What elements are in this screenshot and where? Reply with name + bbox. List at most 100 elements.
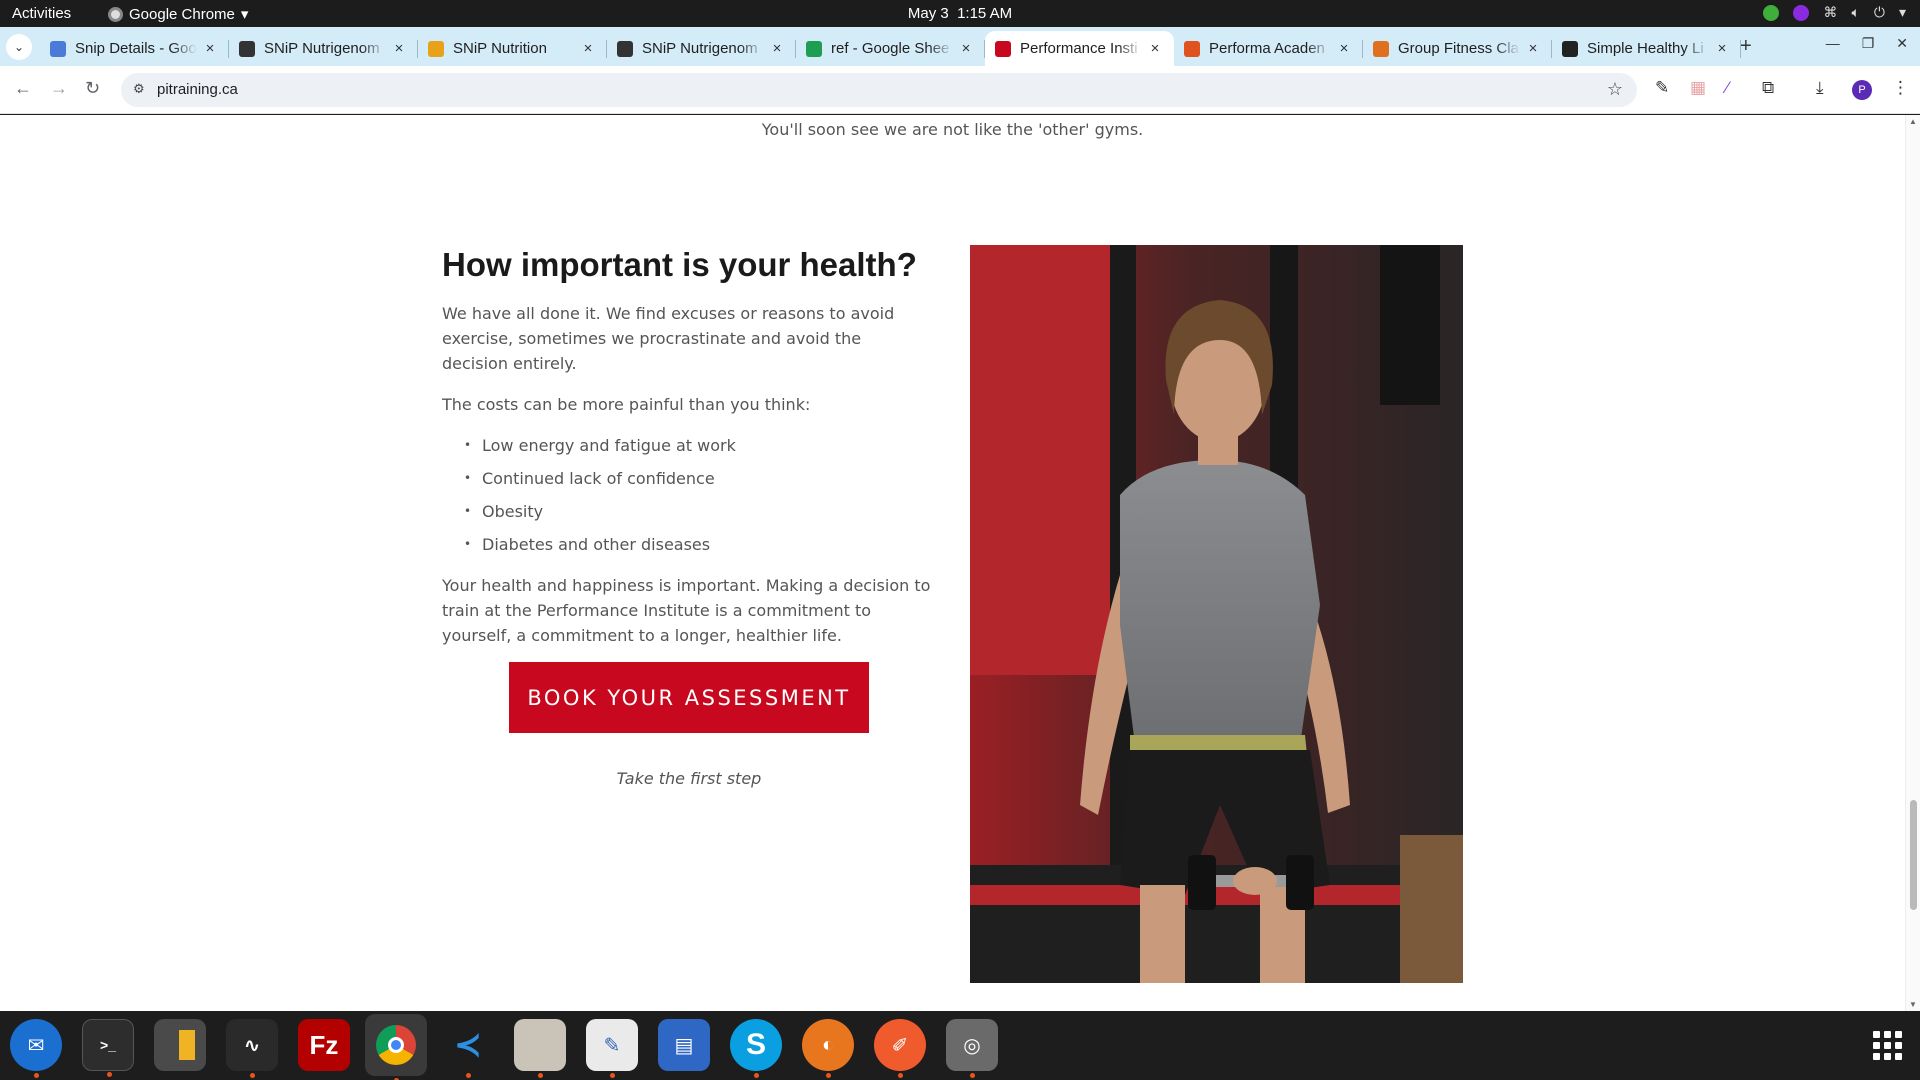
close-window-icon[interactable]: ✕	[1896, 35, 1908, 52]
list-item: Continued lack of confidence	[464, 466, 932, 491]
eyedropper-extension-icon[interactable]: ✎	[1655, 78, 1669, 98]
close-tab-icon[interactable]: ×	[1713, 40, 1731, 57]
list-item: Diabetes and other diseases	[464, 532, 932, 557]
tab-1[interactable]: SNiP Nutrigenom ×	[229, 31, 418, 66]
chevron-down-icon: ⌄	[13, 40, 25, 54]
section-heading: How important is your health?	[442, 246, 917, 283]
site-info-icon[interactable]: ⚙	[133, 81, 145, 97]
window-controls: — ❐ ✕	[1826, 35, 1920, 52]
healthy-icon	[1562, 40, 1578, 57]
system-top-bar: Activities Google Chrome ▾ May 3 1:15 AM…	[0, 0, 1920, 27]
vscode-icon[interactable]: ≺	[442, 1019, 494, 1078]
text-editor-icon[interactable]: ✎	[586, 1019, 638, 1078]
chrome-icon	[108, 6, 123, 22]
back-button[interactable]: ←	[14, 78, 32, 99]
restore-icon[interactable]: ❐	[1862, 35, 1875, 52]
docs-icon	[50, 40, 66, 57]
close-tab-icon[interactable]: ×	[768, 40, 786, 57]
profile-avatar[interactable]: P	[1852, 80, 1872, 100]
tab-8[interactable]: Simple Healthy Li ×	[1552, 31, 1741, 66]
tab-6[interactable]: Performa Acaden ×	[1174, 31, 1363, 66]
list-item: Low energy and fatigue at work	[464, 433, 932, 458]
app-indicator-icon[interactable]	[1793, 4, 1810, 21]
postman-icon[interactable]: ✐	[874, 1019, 926, 1078]
blender-icon[interactable]: ◐	[802, 1019, 854, 1078]
tab-0[interactable]: Snip Details - Goo ×	[40, 31, 229, 66]
close-tab-icon[interactable]: ×	[201, 40, 219, 57]
calculator-icon[interactable]	[154, 1019, 206, 1071]
download-icon[interactable]: ⤓	[1816, 78, 1824, 98]
tab-5[interactable]: Performance Insti ×	[985, 31, 1174, 66]
clock: May 3 1:15 AM	[0, 5, 1920, 22]
scroll-up-icon[interactable]: ▲	[1909, 117, 1917, 126]
clock-time[interactable]: 1:15 AM	[957, 5, 1012, 22]
app-menu-label: Google Chrome	[129, 5, 235, 23]
intro-paragraph: We have all done it. We find excuses or …	[442, 304, 895, 373]
web-page: You'll soon see we are not like the 'oth…	[0, 115, 1920, 1011]
close-tab-icon[interactable]: ×	[579, 40, 597, 57]
tab-3[interactable]: SNiP Nutrigenom ×	[607, 31, 796, 66]
tab-title: Simple Healthy Li	[1587, 40, 1704, 57]
pen-extension-icon[interactable]: ⁄	[1726, 78, 1729, 98]
close-tab-icon[interactable]: ×	[1524, 40, 1542, 57]
more-menu-icon[interactable]: ⋮	[1892, 78, 1909, 98]
reload-button[interactable]: ↻	[85, 78, 100, 99]
tab-4[interactable]: ref - Google Shee ×	[796, 31, 985, 66]
pi-icon	[995, 40, 1011, 57]
tab-title: Snip Details - Goo	[75, 40, 197, 57]
tab-2[interactable]: SNiP Nutrition ×	[418, 31, 607, 66]
calendar-extension-icon[interactable]: ▦	[1690, 78, 1706, 98]
scrollbar-thumb[interactable]	[1910, 800, 1917, 910]
close-tab-icon[interactable]: ×	[957, 40, 975, 57]
bookmark-star-icon[interactable]: ☆	[1607, 79, 1623, 100]
costs-lead: The costs can be more painful than you t…	[442, 395, 811, 414]
forward-button[interactable]: →	[50, 78, 68, 99]
tab-title: SNiP Nutrigenom	[264, 40, 380, 57]
tab-title: ref - Google Shee	[831, 40, 950, 57]
filezilla-icon[interactable]: Fz	[298, 1019, 350, 1071]
tab-search-button[interactable]: ⌄	[6, 34, 32, 60]
sheets-icon	[806, 40, 822, 57]
skype-icon[interactable]: S	[730, 1019, 782, 1078]
close-tab-icon[interactable]: ×	[390, 40, 408, 57]
volume-icon[interactable]: 🔈︎	[1851, 4, 1859, 21]
tab-strip: ⌄ Snip Details - Goo × SNiP Nutrigenom × SNi…	[0, 27, 1920, 66]
terminal-icon[interactable]: >_	[82, 1019, 134, 1077]
close-tab-icon[interactable]: ×	[1335, 40, 1353, 57]
document-viewer-icon[interactable]: ▤	[658, 1019, 710, 1071]
book-assessment-button[interactable]: BOOK YOUR ASSESSMENT	[509, 662, 869, 733]
list-item: Obesity	[464, 499, 932, 524]
closing-paragraph: Your health and happiness is important. …	[442, 576, 931, 645]
system-monitor-icon[interactable]: ∿	[226, 1019, 278, 1078]
caret-down-icon[interactable]: ▾	[1899, 4, 1906, 21]
url-text[interactable]: pitraining.ca	[157, 81, 238, 98]
app-menu[interactable]: Google Chrome ▾	[108, 5, 248, 23]
extensions-puzzle-icon[interactable]: ⧉	[1762, 78, 1774, 98]
thunderbird-icon[interactable]: ✉	[10, 1019, 62, 1078]
cta-note: Take the first step	[616, 769, 762, 788]
scroll-down-icon[interactable]: ▼	[1909, 1000, 1917, 1009]
tabs: Snip Details - Goo × SNiP Nutrigenom × SNiP …	[40, 31, 1741, 66]
health-section: How important is your health? We have al…	[442, 245, 932, 664]
shield-check-icon[interactable]	[1763, 4, 1780, 21]
system-tray[interactable]: ⌘ 🔈︎ ⏻ ▾	[1763, 4, 1906, 21]
snip-icon	[239, 40, 255, 57]
power-icon[interactable]: ⏻	[1874, 4, 1885, 21]
tab-title: Performa Acaden	[1209, 40, 1325, 57]
tab-7[interactable]: Group Fitness Cla ×	[1363, 31, 1552, 66]
disk-icon[interactable]: ◎	[946, 1019, 998, 1078]
show-apps-grid-icon[interactable]	[1873, 1031, 1902, 1060]
fitness-icon	[1373, 40, 1389, 57]
snip-icon	[617, 40, 633, 57]
new-tab-button[interactable]: +	[1740, 35, 1752, 58]
close-tab-icon[interactable]: ×	[1146, 40, 1164, 57]
clock-date[interactable]: May 3	[908, 5, 949, 22]
chrome-icon[interactable]	[365, 1014, 427, 1080]
activities-button[interactable]: Activities	[12, 5, 71, 22]
minimize-icon[interactable]: —	[1826, 35, 1840, 52]
files-icon[interactable]	[514, 1019, 566, 1078]
page-scrollbar[interactable]: ▲ ▼	[1905, 115, 1920, 1011]
address-bar[interactable]: ⚙ pitraining.ca ☆	[121, 73, 1637, 107]
network-icon[interactable]: ⌘	[1823, 4, 1837, 21]
browser-toolbar: ← → ↻ ⚙ pitraining.ca ☆ ✎ ▦ ⁄ ⧉ ⤓ P ⋮	[0, 66, 1920, 114]
